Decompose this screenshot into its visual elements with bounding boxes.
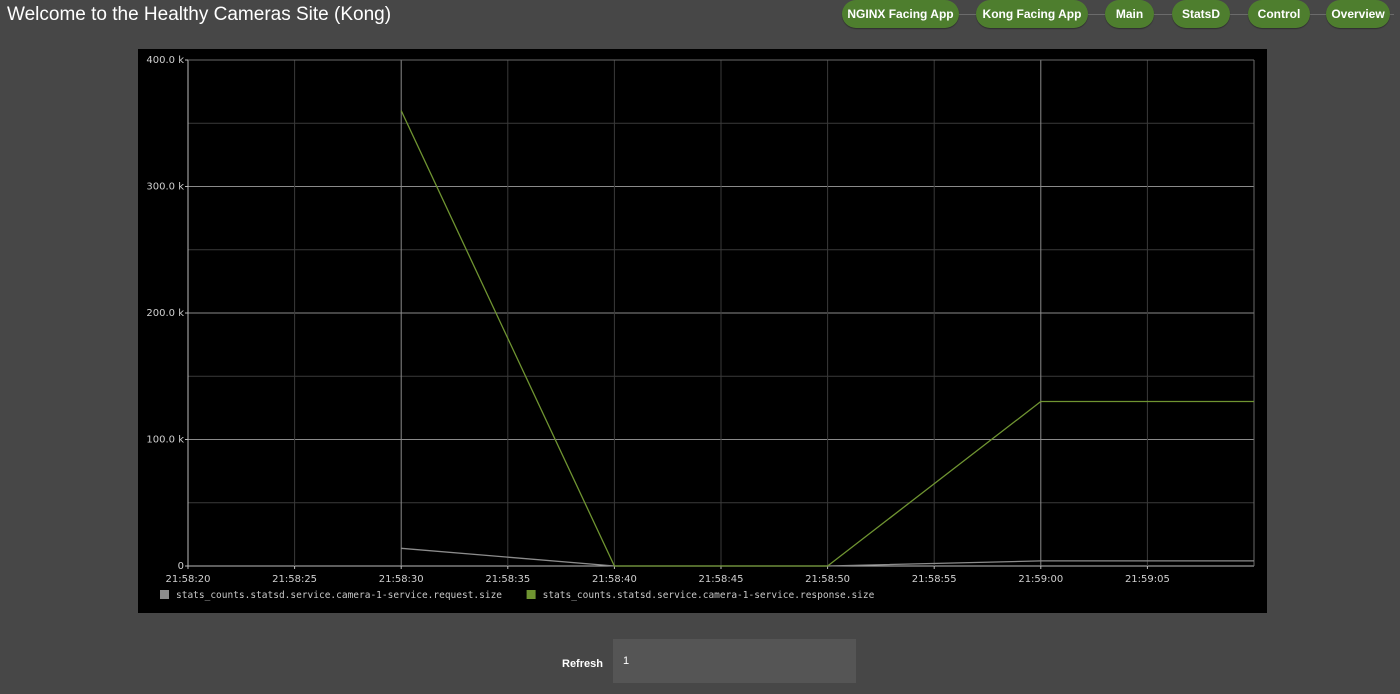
nav-button-control[interactable]: Control — [1248, 0, 1310, 28]
nav-button-kong-facing-app[interactable]: Kong Facing App — [976, 0, 1088, 28]
x-tick-label: 21:58:55 — [912, 574, 957, 585]
y-tick-label: 200.0 k — [146, 308, 184, 319]
nav-button-overview[interactable]: Overview — [1326, 0, 1390, 28]
x-tick-label: 21:58:25 — [272, 574, 317, 585]
x-tick-label: 21:58:50 — [805, 574, 850, 585]
refresh-label: Refresh — [562, 658, 603, 670]
chart-legend: stats_counts.statsd.service.camera-1-ser… — [160, 590, 875, 601]
x-tick-label: 21:58:45 — [699, 574, 744, 585]
nav-button-main[interactable]: Main — [1105, 0, 1154, 28]
nav-button-statsd[interactable]: StatsD — [1172, 0, 1230, 28]
chart-grid — [187, 59, 1254, 567]
y-tick-label: 0 — [178, 561, 184, 572]
x-tick-label: 21:58:40 — [592, 574, 637, 585]
graph-panel: 0 100.0 k 200.0 k 300.0 k 400.0 k 21:58:20 21:… — [138, 49, 1267, 613]
refresh-input[interactable] — [613, 639, 856, 683]
x-tick-label: 21:58:30 — [379, 574, 424, 585]
x-tick-label: 21:58:35 — [485, 574, 530, 585]
legend-swatch-0 — [160, 590, 169, 599]
x-tick-label: 21:59:05 — [1125, 574, 1170, 585]
y-tick-label: 400.0 k — [146, 55, 184, 66]
nav-button-nginx-facing-app[interactable]: NGINX Facing App — [842, 0, 959, 28]
legend-label-0: stats_counts.statsd.service.camera-1-ser… — [176, 590, 502, 601]
line-chart: 0 100.0 k 200.0 k 300.0 k 400.0 k 21:58:20 21:… — [146, 55, 1255, 601]
y-tick-label: 100.0 k — [146, 435, 184, 446]
y-tick-label: 300.0 k — [146, 182, 184, 193]
x-tick-label: 21:59:00 — [1018, 574, 1063, 585]
page-title: Welcome to the Healthy Cameras Site (Kon… — [7, 4, 392, 25]
x-tick-label: 21:58:20 — [166, 574, 211, 585]
chart-axes: 0 100.0 k 200.0 k 300.0 k 400.0 k 21:58:20 21:… — [146, 55, 1255, 585]
legend-swatch-1 — [526, 590, 536, 599]
legend-label-1: stats_counts.statsd.service.camera-1-ser… — [543, 590, 875, 601]
header-bar: Welcome to the Healthy Cameras Site (Kon… — [0, 0, 1400, 36]
